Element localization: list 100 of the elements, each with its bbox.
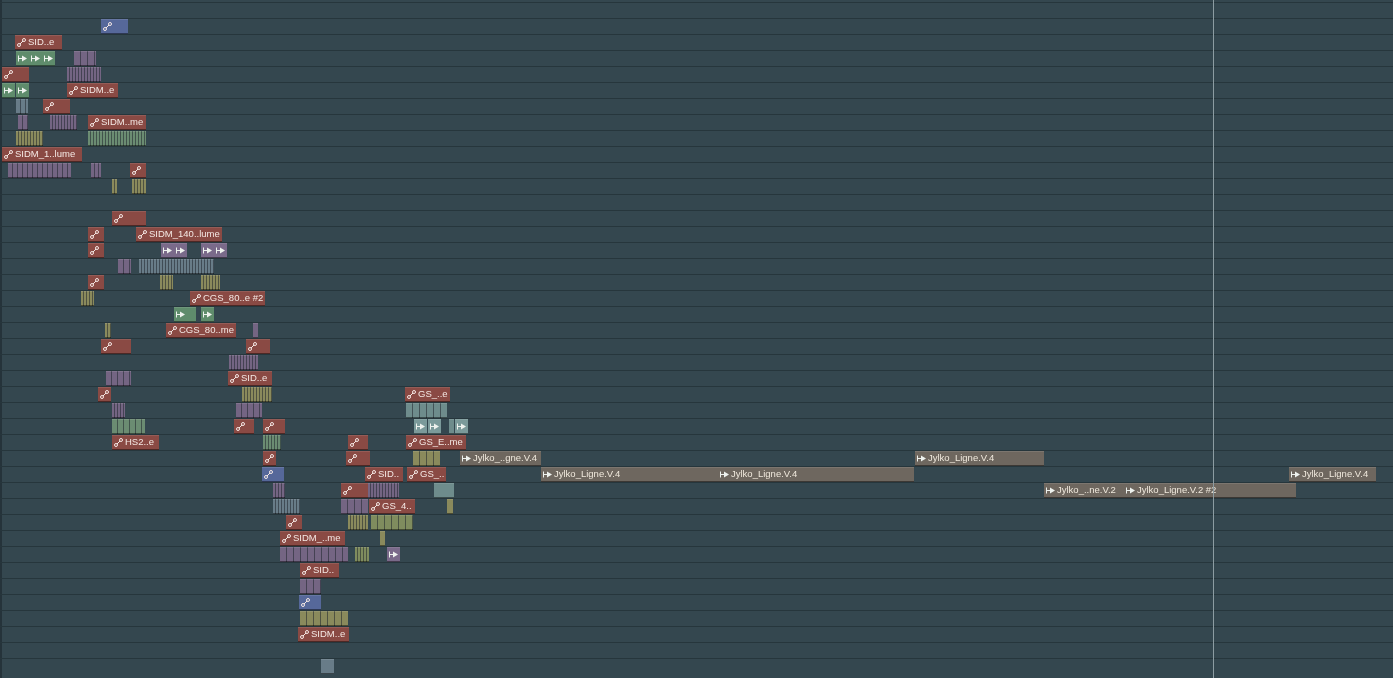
- automation-clip[interactable]: SIDM_140..lume: [136, 227, 222, 242]
- notes-clip[interactable]: [132, 179, 146, 194]
- automation-clip[interactable]: SID..e: [228, 371, 272, 386]
- notes-clip[interactable]: [229, 355, 258, 370]
- automation-clip[interactable]: [101, 339, 131, 354]
- pattern-clip[interactable]: [414, 419, 427, 434]
- notes-clip[interactable]: [106, 371, 131, 386]
- automation-clip[interactable]: [88, 227, 104, 242]
- notes-clip[interactable]: [160, 275, 173, 290]
- automation-clip[interactable]: [246, 339, 270, 354]
- notes-clip[interactable]: [413, 451, 440, 466]
- pattern-clip[interactable]: [174, 307, 196, 322]
- notes-clip[interactable]: [368, 483, 399, 498]
- automation-clip[interactable]: HS2..e: [112, 435, 159, 450]
- notes-clip[interactable]: [355, 547, 369, 562]
- automation-clip[interactable]: SID..e: [15, 35, 62, 50]
- automation-clip[interactable]: GS_E..me: [406, 435, 466, 450]
- notes-clip[interactable]: [300, 579, 321, 594]
- notes-clip[interactable]: [112, 179, 117, 194]
- pattern-clip[interactable]: Jylko_Ligne.V.4: [915, 451, 1044, 466]
- automation-clip[interactable]: [43, 99, 70, 114]
- automation-clip[interactable]: SID..: [365, 467, 403, 482]
- notes-clip[interactable]: [273, 483, 285, 498]
- automation-clip[interactable]: [234, 419, 254, 434]
- notes-clip[interactable]: [8, 163, 71, 178]
- notes-clip[interactable]: [16, 131, 43, 146]
- pattern-clip[interactable]: [42, 51, 55, 66]
- automation-clip[interactable]: SIDM..me: [88, 115, 146, 130]
- notes-clip[interactable]: [253, 323, 258, 338]
- automation-clip[interactable]: SIDM_1..lume: [2, 147, 82, 162]
- automation-clip[interactable]: [286, 515, 302, 530]
- automation-clip[interactable]: GS_4..: [369, 499, 415, 514]
- pattern-clip[interactable]: [201, 243, 214, 258]
- notes-clip[interactable]: [434, 483, 454, 498]
- automation-clip[interactable]: SID..: [300, 563, 339, 578]
- automation-clip[interactable]: [262, 467, 284, 482]
- automation-clip[interactable]: [346, 451, 370, 466]
- notes-clip[interactable]: [16, 99, 28, 114]
- pattern-clip[interactable]: [214, 243, 227, 258]
- pattern-clip[interactable]: [16, 83, 29, 98]
- automation-clip[interactable]: [88, 275, 104, 290]
- pattern-clip[interactable]: Jylko_Ligne.V.4: [1289, 467, 1376, 482]
- pattern-clip[interactable]: Jylko_Ligne.V.4: [718, 467, 914, 482]
- notes-clip[interactable]: [406, 403, 447, 418]
- notes-clip[interactable]: [81, 291, 94, 306]
- pattern-clip[interactable]: [201, 307, 214, 322]
- pattern-clip[interactable]: Jylko_Ligne.V.4: [541, 467, 718, 482]
- automation-clip[interactable]: [112, 211, 146, 226]
- notes-clip[interactable]: [118, 259, 131, 274]
- notes-clip[interactable]: [105, 323, 111, 338]
- automation-clip[interactable]: [2, 67, 29, 82]
- link-icon: [301, 597, 310, 607]
- automation-clip[interactable]: [263, 451, 276, 466]
- notes-clip[interactable]: [236, 403, 262, 418]
- automation-clip[interactable]: [88, 243, 104, 258]
- automation-clip[interactable]: [98, 387, 111, 402]
- notes-clip[interactable]: [201, 275, 220, 290]
- notes-clip[interactable]: [300, 611, 348, 626]
- notes-clip[interactable]: [91, 163, 101, 178]
- pattern-clip[interactable]: [387, 547, 400, 562]
- automation-clip[interactable]: CGS_80..me: [166, 323, 236, 338]
- automation-clip[interactable]: GS_..: [407, 467, 447, 482]
- notes-clip[interactable]: [371, 515, 413, 530]
- automation-clip[interactable]: SIDM..e: [298, 627, 349, 642]
- notes-clip[interactable]: [88, 131, 146, 146]
- notes-clip[interactable]: [74, 51, 96, 66]
- automation-clip[interactable]: [299, 595, 321, 610]
- notes-clip[interactable]: [447, 499, 453, 514]
- automation-clip[interactable]: [263, 419, 285, 434]
- pattern-clip[interactable]: [428, 419, 441, 434]
- pattern-clip[interactable]: Jylko_..gne.V.4: [460, 451, 541, 466]
- automation-clip[interactable]: [341, 483, 368, 498]
- automation-clip[interactable]: [130, 163, 146, 178]
- notes-clip[interactable]: [449, 419, 454, 434]
- notes-clip[interactable]: [273, 499, 300, 514]
- automation-clip[interactable]: GS_..e: [405, 387, 450, 402]
- notes-clip[interactable]: [112, 419, 145, 434]
- pattern-clip[interactable]: [2, 83, 15, 98]
- notes-clip[interactable]: [67, 67, 101, 82]
- pattern-clip[interactable]: [455, 419, 468, 434]
- automation-clip[interactable]: [101, 19, 128, 34]
- notes-clip[interactable]: [341, 499, 368, 514]
- automation-clip[interactable]: [348, 435, 368, 450]
- notes-clip[interactable]: [242, 387, 272, 402]
- automation-clip[interactable]: SIDM..e: [67, 83, 118, 98]
- notes-clip[interactable]: [380, 531, 385, 546]
- notes-clip[interactable]: [112, 403, 125, 418]
- pattern-clip[interactable]: [161, 243, 174, 258]
- pattern-clip[interactable]: [174, 243, 187, 258]
- notes-clip[interactable]: [321, 659, 334, 674]
- automation-clip[interactable]: CGS_80..e #2: [190, 291, 266, 306]
- notes-clip[interactable]: [139, 259, 214, 274]
- pattern-clip[interactable]: [16, 51, 29, 66]
- notes-clip[interactable]: [348, 515, 368, 530]
- notes-clip[interactable]: [263, 435, 281, 450]
- automation-clip[interactable]: SIDM_..me: [280, 531, 345, 546]
- pattern-clip[interactable]: Jylko_..ne.V.2: [1044, 483, 1124, 498]
- notes-clip[interactable]: [18, 115, 28, 130]
- notes-clip[interactable]: [280, 547, 348, 562]
- notes-clip[interactable]: [50, 115, 77, 130]
